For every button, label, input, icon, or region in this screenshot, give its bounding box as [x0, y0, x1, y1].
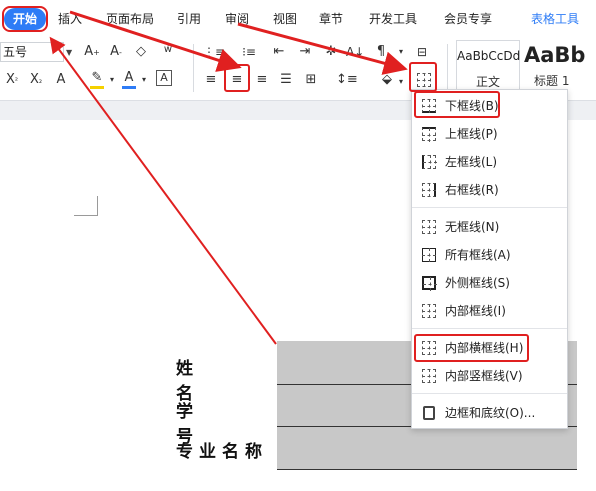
- text-effect-icon[interactable]: A: [54, 72, 68, 88]
- left-border-icon: [422, 155, 437, 169]
- row-label-major: 专业名称: [176, 442, 268, 462]
- chevron-down-icon[interactable]: ▾: [395, 44, 407, 60]
- highlight-center-align: [224, 64, 250, 92]
- no-border-icon: [422, 220, 436, 234]
- top-border-icon: [422, 127, 436, 142]
- menu-separator: [412, 207, 567, 208]
- font-size-select[interactable]: 五号: [0, 42, 64, 62]
- menu-item-all-borders[interactable]: 所有框线(A): [412, 243, 567, 267]
- menu-item-right-border[interactable]: 右框线(R): [412, 178, 567, 202]
- menu-item-label: 边框和底纹(O)...: [445, 406, 536, 420]
- chevron-down-icon[interactable]: ▾: [396, 74, 406, 90]
- shrink-font-icon[interactable]: A-: [108, 44, 124, 60]
- highlight-border-button: [409, 62, 437, 92]
- table-cell[interactable]: [277, 427, 577, 469]
- highlight-inside-horizontal-item: [414, 334, 529, 362]
- highlighter-icon[interactable]: ✎: [90, 70, 104, 86]
- bullet-list-icon[interactable]: ⋮≡: [203, 44, 225, 60]
- ribbon-divider: [193, 44, 194, 92]
- inside-borders-icon: [422, 304, 436, 318]
- outside-borders-icon: [422, 276, 437, 291]
- style-heading-1[interactable]: AaBb 标题 1: [522, 40, 596, 90]
- highlight-home-tab: [2, 6, 48, 32]
- font-color-bar: [122, 86, 136, 89]
- font-size-value: 五号: [3, 45, 28, 59]
- align-left-icon[interactable]: ≡: [203, 72, 219, 88]
- subscript-icon[interactable]: X₂: [28, 72, 44, 88]
- menu-item-outside-borders[interactable]: 外侧框线(S): [412, 271, 567, 295]
- menu-item-label: 内部框线(I): [445, 304, 506, 318]
- menu-separator: [412, 328, 567, 329]
- tab-references[interactable]: 引用: [177, 10, 201, 28]
- font-color-icon[interactable]: A: [122, 70, 136, 86]
- align-right-icon[interactable]: ≡: [254, 72, 270, 88]
- eraser-icon[interactable]: ◇: [133, 44, 149, 60]
- style-name: 标题 1: [534, 74, 570, 88]
- highlight-color-bar: [90, 86, 104, 89]
- menu-item-inside-vertical-border[interactable]: 内部竖框线(V): [412, 364, 567, 388]
- inside-vertical-border-icon: [422, 369, 436, 383]
- menu-item-no-border[interactable]: 无框线(N): [412, 215, 567, 239]
- grow-font-icon[interactable]: A+: [84, 44, 100, 60]
- menu-item-left-border[interactable]: 左框线(L): [412, 150, 567, 174]
- distributed-align-icon[interactable]: ⊞: [302, 72, 320, 88]
- char-border-icon[interactable]: A: [156, 70, 172, 86]
- ribbon-tab-bar: 开始 插入 页面布局 引用 审阅 视图 章节 开发工具 会员专享 表格工具: [0, 0, 596, 38]
- table-ruler-icon[interactable]: ⊟: [414, 44, 430, 60]
- menu-item-label: 内部竖框线(V): [445, 369, 523, 383]
- highlight-bottom-border-item: [414, 91, 500, 118]
- border-dropdown-menu: 下框线(B) 上框线(P) 左框线(L) 右框线(R) 无框线(N) 所有框线(…: [411, 89, 568, 429]
- right-border-icon: [422, 183, 436, 197]
- tab-developer-tools[interactable]: 开发工具: [369, 10, 417, 28]
- decrease-indent-icon[interactable]: ⇤: [270, 44, 288, 60]
- menu-item-label: 左框线(L): [445, 155, 498, 169]
- tab-section[interactable]: 章节: [319, 10, 343, 28]
- style-sample: AaBb: [524, 43, 586, 67]
- phonetic-guide-icon[interactable]: ẃ: [158, 42, 178, 58]
- tab-view[interactable]: 视图: [273, 10, 297, 28]
- justify-icon[interactable]: ☰: [278, 72, 294, 88]
- style-normal[interactable]: AaBbCcDd 正文: [456, 40, 520, 90]
- borders-shading-icon: [423, 406, 435, 420]
- menu-item-top-border[interactable]: 上框线(P): [412, 122, 567, 146]
- increase-indent-icon[interactable]: ⇥: [296, 44, 314, 60]
- all-borders-icon: [422, 248, 436, 262]
- menu-item-label: 外侧框线(S): [445, 276, 510, 290]
- tab-review[interactable]: 审阅: [225, 10, 249, 28]
- chinese-layout-icon[interactable]: ✲: [322, 44, 340, 60]
- menu-item-borders-and-shading[interactable]: 边框和底纹(O)...: [412, 401, 567, 425]
- show-marks-icon[interactable]: ¶: [372, 44, 390, 60]
- line-spacing-icon[interactable]: ↕≡: [336, 72, 358, 88]
- menu-item-inside-borders[interactable]: 内部框线(I): [412, 299, 567, 323]
- menu-item-label: 上框线(P): [445, 127, 498, 141]
- menu-item-label: 右框线(R): [445, 183, 499, 197]
- menu-item-label: 无框线(N): [445, 220, 500, 234]
- tab-page-layout[interactable]: 页面布局: [106, 10, 154, 28]
- chevron-down-icon[interactable]: ▾: [108, 72, 116, 88]
- margin-corner-mark: [74, 196, 98, 216]
- styles-gallery: AaBbCcDd 正文 AaBb 标题 1: [456, 40, 596, 92]
- tab-table-tools[interactable]: 表格工具: [531, 10, 579, 28]
- shading-icon[interactable]: ⬙: [378, 72, 396, 88]
- numbered-list-icon[interactable]: ⁝≡: [238, 44, 260, 60]
- table-border-line: [277, 469, 577, 470]
- sort-icon[interactable]: A↓: [346, 44, 364, 60]
- style-sample: AaBbCcDd: [457, 49, 521, 63]
- menu-separator: [412, 393, 567, 394]
- chevron-down-icon[interactable]: ▾: [140, 72, 148, 88]
- tab-insert[interactable]: 插入: [58, 10, 82, 28]
- superscript-icon[interactable]: X²: [4, 72, 20, 88]
- style-name: 正文: [475, 75, 500, 89]
- menu-item-label: 所有框线(A): [445, 248, 511, 262]
- ribbon-divider: [447, 44, 448, 92]
- chevron-down-icon[interactable]: ▼: [66, 48, 72, 57]
- tab-member[interactable]: 会员专享: [444, 10, 492, 28]
